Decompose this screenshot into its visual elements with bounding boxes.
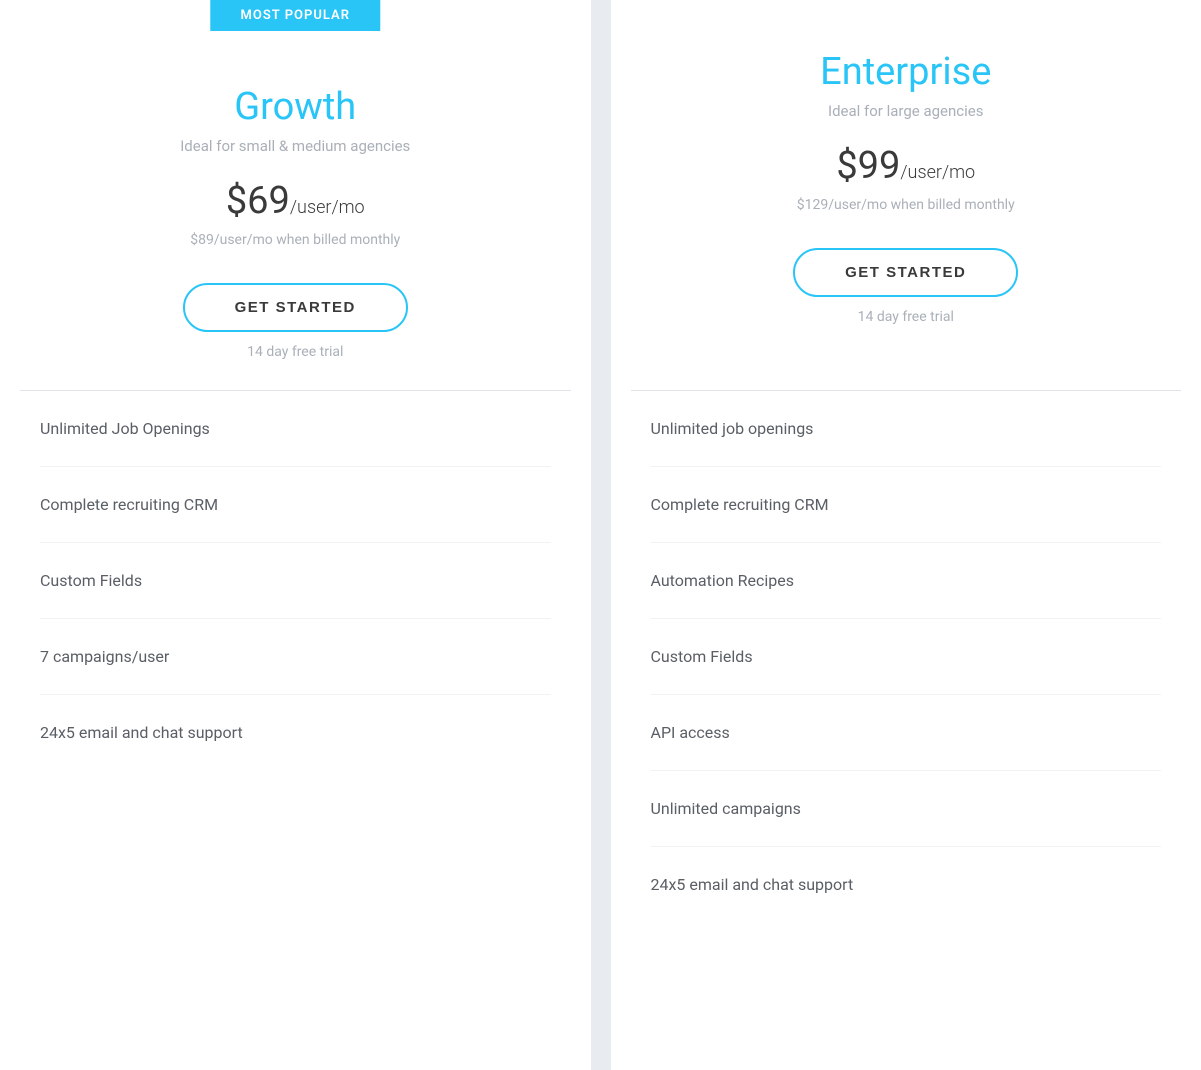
growth-feature-4: 7 campaigns/user [40, 619, 551, 695]
growth-price-period: /user/mo [290, 197, 365, 218]
enterprise-feature-2: Complete recruiting CRM [651, 467, 1162, 543]
growth-trial-text: 14 day free trial [247, 344, 343, 360]
pricing-container: MOST POPULAR Growth Ideal for small & me… [0, 0, 1201, 1070]
enterprise-feature-3: Automation Recipes [651, 543, 1162, 619]
enterprise-price-period: /user/mo [900, 162, 975, 183]
enterprise-get-started-button[interactable]: GET STARTED [793, 248, 1018, 297]
growth-plan-header: MOST POPULAR Growth Ideal for small & me… [0, 0, 591, 390]
growth-plan-name: Growth [234, 85, 356, 129]
enterprise-plan-card: Enterprise Ideal for large agencies $99/… [611, 0, 1201, 1070]
enterprise-features-list: Unlimited job openings Complete recruiti… [611, 391, 1201, 1070]
growth-billing-note: $89/user/mo when billed monthly [190, 232, 400, 248]
growth-feature-3: Custom Fields [40, 543, 551, 619]
enterprise-feature-4: Custom Fields [651, 619, 1162, 695]
most-popular-badge: MOST POPULAR [211, 0, 380, 31]
enterprise-trial-text: 14 day free trial [858, 309, 954, 325]
enterprise-feature-7: 24x5 email and chat support [651, 847, 1162, 922]
growth-plan-card: MOST POPULAR Growth Ideal for small & me… [0, 0, 591, 1070]
enterprise-plan-price: $99/user/mo [836, 140, 975, 189]
growth-feature-5: 24x5 email and chat support [40, 695, 551, 770]
growth-plan-price: $69/user/mo [226, 175, 365, 224]
growth-get-started-button[interactable]: GET STARTED [183, 283, 408, 332]
enterprise-feature-5: API access [651, 695, 1162, 771]
growth-feature-1: Unlimited Job Openings [40, 391, 551, 467]
enterprise-plan-header: Enterprise Ideal for large agencies $99/… [611, 0, 1201, 390]
card-gap [591, 0, 611, 1070]
growth-features-list: Unlimited Job Openings Complete recruiti… [0, 391, 591, 1070]
enterprise-price-value: $99 [836, 144, 900, 188]
enterprise-billing-note: $129/user/mo when billed monthly [797, 197, 1015, 213]
enterprise-feature-1: Unlimited job openings [651, 391, 1162, 467]
growth-feature-2: Complete recruiting CRM [40, 467, 551, 543]
enterprise-plan-name: Enterprise [820, 50, 991, 94]
growth-plan-tagline: Ideal for small & medium agencies [180, 137, 410, 155]
growth-price-value: $69 [226, 179, 290, 223]
enterprise-feature-6: Unlimited campaigns [651, 771, 1162, 847]
enterprise-plan-tagline: Ideal for large agencies [828, 102, 983, 120]
